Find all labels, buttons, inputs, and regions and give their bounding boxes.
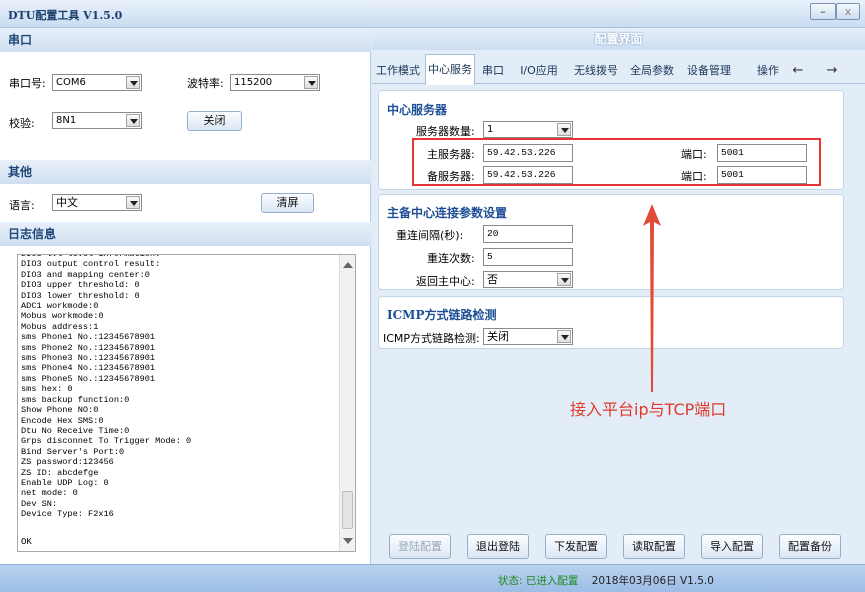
- return-main-select[interactable]: 否: [483, 271, 573, 288]
- chevron-down-icon[interactable]: [126, 196, 140, 209]
- return-main-value: 否: [487, 273, 498, 286]
- center-server-title: 中心服务器: [387, 103, 448, 117]
- import-config-button[interactable]: 导入配置: [701, 534, 763, 559]
- scroll-thumb[interactable]: [342, 491, 353, 529]
- check-label: 校验:: [9, 117, 35, 130]
- log-last-line: OK: [21, 537, 32, 547]
- read-config-button[interactable]: 读取配置: [623, 534, 685, 559]
- scroll-up-icon[interactable]: [343, 262, 353, 268]
- server-count-value: 1: [487, 124, 494, 135]
- chevron-down-icon[interactable]: [557, 330, 571, 343]
- other-header: 其他: [0, 160, 371, 184]
- tab-global-params[interactable]: 全局参数: [625, 58, 679, 84]
- server-count-select[interactable]: 1: [483, 121, 573, 138]
- icmp-title: ICMP方式链路检测: [387, 308, 497, 322]
- reconnect-panel: 主备中心连接参数设置 重连间隔(秒): 20 重连次数: 5 返回主中心: 否: [378, 194, 844, 290]
- reconnect-times-label: 重连次数:: [427, 252, 475, 265]
- reconnect-interval-label: 重连间隔(秒):: [396, 229, 464, 242]
- logout-button[interactable]: 退出登陆: [467, 534, 529, 559]
- clear-button[interactable]: 清屏: [261, 193, 314, 213]
- status-state: 状态: 已进入配置: [498, 575, 579, 587]
- status-text: 状态: 已进入配置 2018年03月06日 V1.5.0: [498, 573, 714, 588]
- tab-next-arrow-icon[interactable]: →: [820, 58, 844, 84]
- annotation-text: 接入平台ip与TCP端口: [570, 400, 727, 419]
- icmp-value: 关闭: [487, 330, 509, 343]
- log-scrollbar[interactable]: [339, 255, 355, 551]
- window-title: DTU配置工具 V1.5.0: [8, 9, 123, 22]
- reconnect-interval-input[interactable]: 20: [483, 225, 573, 243]
- lang-select[interactable]: 中文: [52, 194, 142, 211]
- config-panel: 配置界面 工作模式 中心服务 串口 I/O应用 无线拨号 全局参数 设备管理 操…: [372, 28, 865, 564]
- baud-label: 波特率:: [187, 77, 224, 90]
- check-select[interactable]: 8N1: [52, 112, 142, 129]
- log-header: 日志信息: [0, 222, 371, 246]
- icmp-select[interactable]: 关闭: [483, 328, 573, 345]
- config-header: 配置界面: [372, 28, 865, 50]
- minimize-button[interactable]: –: [810, 3, 836, 20]
- send-config-button[interactable]: 下发配置: [545, 534, 607, 559]
- tab-wireless-dial[interactable]: 无线拨号: [568, 58, 624, 84]
- log-textarea[interactable]: DIO3 lvl level information: DIO3 output …: [17, 254, 356, 552]
- reconnect-times-input[interactable]: 5: [483, 248, 573, 266]
- port-label: 串口号:: [9, 77, 46, 90]
- server-count-label: 服务器数量:: [416, 125, 475, 138]
- left-panel: 串口 串口号: COM6 波特率: 115200 校验: 8N1 关闭 其他 语…: [0, 28, 371, 564]
- highlight-box: [412, 138, 821, 186]
- tab-io[interactable]: I/O应用: [511, 58, 567, 84]
- status-info: 2018年03月06日 V1.5.0: [591, 575, 714, 587]
- chevron-down-icon[interactable]: [557, 123, 571, 136]
- check-value: 8N1: [56, 115, 77, 126]
- config-tabs: 工作模式 中心服务 串口 I/O应用 无线拨号 全局参数 设备管理 操作 ← →: [372, 54, 865, 85]
- port-value: COM6: [56, 77, 86, 88]
- tab-serial[interactable]: 串口: [476, 58, 510, 84]
- tab-center-service[interactable]: 中心服务: [425, 54, 475, 85]
- baud-value: 115200: [234, 77, 273, 88]
- chevron-down-icon[interactable]: [557, 273, 571, 286]
- tab-operation[interactable]: 操作: [750, 58, 786, 84]
- reconnect-title: 主备中心连接参数设置: [387, 206, 508, 220]
- lang-value: 中文: [56, 196, 78, 209]
- chevron-down-icon[interactable]: [304, 76, 318, 89]
- icmp-label: ICMP方式链路检测:: [383, 332, 480, 345]
- login-config-button[interactable]: 登陆配置: [389, 534, 451, 559]
- icmp-panel: ICMP方式链路检测 ICMP方式链路检测: 关闭: [378, 296, 844, 349]
- chevron-down-icon[interactable]: [126, 114, 140, 127]
- title-bar: DTU配置工具 V1.5.0 – x: [0, 0, 865, 28]
- close-port-button[interactable]: 关闭: [187, 111, 242, 131]
- tab-device-management[interactable]: 设备管理: [680, 58, 738, 84]
- tab-prev-arrow-icon[interactable]: ←: [786, 58, 810, 84]
- annotation-arrow-icon: [643, 204, 661, 392]
- log-text: DIO3 lvl level information: DIO3 output …: [21, 254, 192, 520]
- scroll-down-icon[interactable]: [343, 538, 353, 544]
- tab-work-mode[interactable]: 工作模式: [372, 58, 424, 84]
- serial-header: 串口: [0, 28, 371, 52]
- backup-config-button[interactable]: 配置备份: [779, 534, 841, 559]
- close-window-button[interactable]: x: [836, 3, 860, 20]
- return-main-label: 返回主中心:: [416, 275, 475, 288]
- port-select[interactable]: COM6: [52, 74, 142, 91]
- status-bar: 状态: 已进入配置 2018年03月06日 V1.5.0: [0, 564, 865, 592]
- baud-select[interactable]: 115200: [230, 74, 320, 91]
- lang-label: 语言:: [9, 199, 35, 212]
- chevron-down-icon[interactable]: [126, 76, 140, 89]
